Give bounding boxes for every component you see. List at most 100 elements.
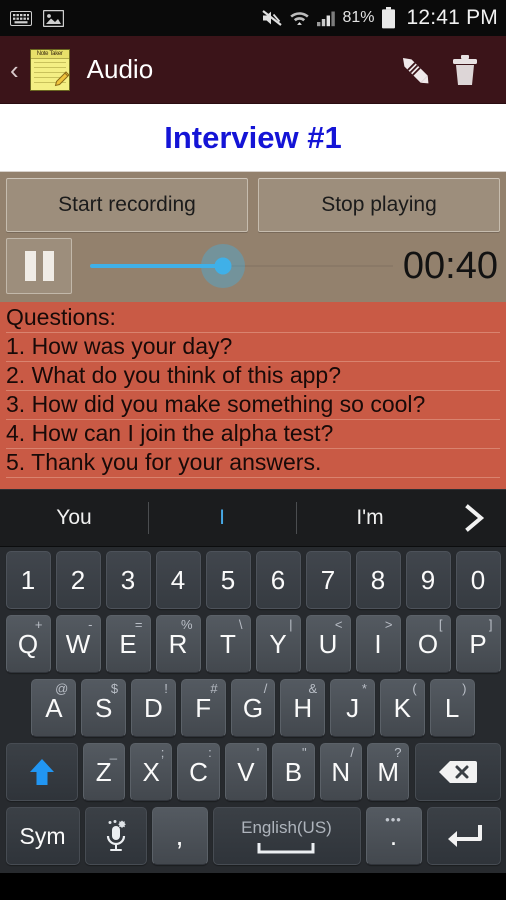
comma-key[interactable]: ,	[151, 807, 208, 865]
symbols-key[interactable]: Sym	[5, 807, 80, 865]
seek-bar[interactable]	[90, 238, 393, 294]
wifi-icon	[289, 9, 310, 27]
key-symbol-label: <	[334, 617, 343, 632]
note-line: 3. How did you make something so cool?	[6, 391, 500, 420]
backspace-key[interactable]	[414, 743, 501, 801]
key-3[interactable]: 3	[105, 551, 151, 609]
key-label: 5	[220, 564, 236, 595]
key-u[interactable]: < U	[305, 615, 351, 673]
enter-key[interactable]	[426, 807, 501, 865]
key-r[interactable]: % R	[155, 615, 201, 673]
key-4[interactable]: 4	[155, 551, 201, 609]
enter-icon	[446, 821, 482, 851]
battery-icon	[381, 7, 396, 29]
key-label: Z	[95, 756, 112, 787]
key-d[interactable]: ! D	[131, 679, 176, 737]
back-button[interactable]: ‹	[6, 57, 27, 83]
key-6[interactable]: 6	[255, 551, 301, 609]
period-more-dots: •••	[385, 812, 402, 827]
microphone-settings-icon	[102, 819, 130, 853]
seek-thumb[interactable]	[214, 257, 232, 275]
start-recording-button[interactable]: Start recording	[6, 178, 248, 232]
pencil-icon	[394, 49, 436, 91]
key-symbol-label: ;	[160, 745, 165, 760]
shift-key[interactable]	[5, 743, 78, 801]
key-c[interactable]: :C	[177, 743, 220, 801]
key-label: 1	[20, 564, 36, 595]
key-symbol-label: :	[208, 745, 212, 760]
space-key[interactable]: English(US)	[212, 807, 361, 865]
key-label: K	[393, 692, 412, 723]
key-8[interactable]: 8	[355, 551, 401, 609]
key-symbol-label: /	[263, 681, 268, 696]
key-7[interactable]: 7	[305, 551, 351, 609]
key-b[interactable]: " B	[272, 743, 315, 801]
period-key[interactable]: ••• .	[365, 807, 422, 865]
delete-button[interactable]	[440, 45, 490, 95]
chevron-right-icon	[462, 503, 488, 533]
status-bar-left-icons	[10, 9, 261, 27]
key-w[interactable]: -W	[55, 615, 101, 673]
key-label: J	[346, 692, 360, 723]
key-label: H	[293, 692, 313, 723]
key-o[interactable]: [O	[405, 615, 451, 673]
key-z[interactable]: _ Z	[82, 743, 125, 801]
key-label: C	[189, 756, 208, 787]
key-h[interactable]: & H	[280, 679, 326, 737]
key-9[interactable]: 9	[405, 551, 451, 609]
note-taker-app-icon: Note Taker	[27, 47, 73, 93]
note-line: Questions:	[6, 304, 500, 333]
suggestion-expand-button[interactable]	[444, 503, 506, 533]
status-bar-clock: 12:41 PM	[406, 6, 498, 29]
key-label: S	[94, 692, 113, 723]
key-k[interactable]: (K	[379, 679, 425, 737]
key-label: M	[377, 756, 400, 787]
pause-icon-bar2	[42, 251, 54, 281]
edit-button[interactable]	[390, 45, 440, 95]
key-q[interactable]: + Q	[5, 615, 51, 673]
space-language-label: English(US)	[241, 818, 332, 837]
key-0[interactable]: 0	[455, 551, 501, 609]
signal-icon	[316, 10, 336, 27]
notes-text-area[interactable]: Questions: 1. How was your day? 2. What …	[0, 302, 506, 489]
key-1[interactable]: 1	[5, 551, 51, 609]
record-button-row: Start recording Stop playing	[6, 178, 500, 232]
key-symbol-label: *	[361, 681, 367, 696]
key-f[interactable]: # F	[180, 679, 226, 737]
key-l[interactable]: ) L	[429, 679, 475, 737]
key-e[interactable]: = E	[105, 615, 151, 673]
note-line: 2. What do you think of this app?	[6, 362, 500, 391]
suggestion-item-active[interactable]: I	[148, 490, 296, 546]
suggestion-item[interactable]: I'm	[296, 490, 444, 546]
keyboard-row-zxcv: _ Z; X: C ' V " B / N? M	[3, 743, 503, 801]
key-2[interactable]: 2	[55, 551, 101, 609]
key-label: 6	[270, 564, 286, 595]
player-row: 00:40	[0, 232, 506, 302]
key-symbol-label: \	[238, 617, 243, 632]
key-p[interactable]: ] P	[455, 615, 501, 673]
key-label: 4	[170, 564, 186, 595]
key-g[interactable]: / G	[230, 679, 276, 737]
key-t[interactable]: \ T	[205, 615, 251, 673]
key-label: X	[142, 756, 160, 787]
key-5[interactable]: 5	[205, 551, 251, 609]
key-symbol-label: $	[110, 681, 119, 696]
key-symbol-label: !	[164, 681, 168, 696]
key-s[interactable]: $ S	[81, 679, 127, 737]
key-x[interactable]: ; X	[129, 743, 173, 801]
key-v[interactable]: ' V	[224, 743, 268, 801]
suggestion-item[interactable]: You	[0, 490, 148, 546]
key-j[interactable]: * J	[330, 679, 375, 737]
key-i[interactable]: > I	[355, 615, 401, 673]
key-n[interactable]: / N	[319, 743, 363, 801]
voice-input-key[interactable]	[84, 807, 147, 865]
key-a[interactable]: @ A	[31, 679, 77, 737]
key-y[interactable]: | Y	[255, 615, 301, 673]
key-m[interactable]: ? M	[367, 743, 410, 801]
key-symbol-label: |	[289, 617, 293, 632]
key-label: 3	[120, 564, 136, 595]
pause-button[interactable]	[6, 238, 72, 294]
phone-screen: 81% 12:41 PM ‹ Note Taker Audio Intervie…	[0, 0, 506, 900]
stop-playing-button[interactable]: Stop playing	[258, 178, 500, 232]
playback-controls: Start recording Stop playing	[0, 172, 506, 232]
